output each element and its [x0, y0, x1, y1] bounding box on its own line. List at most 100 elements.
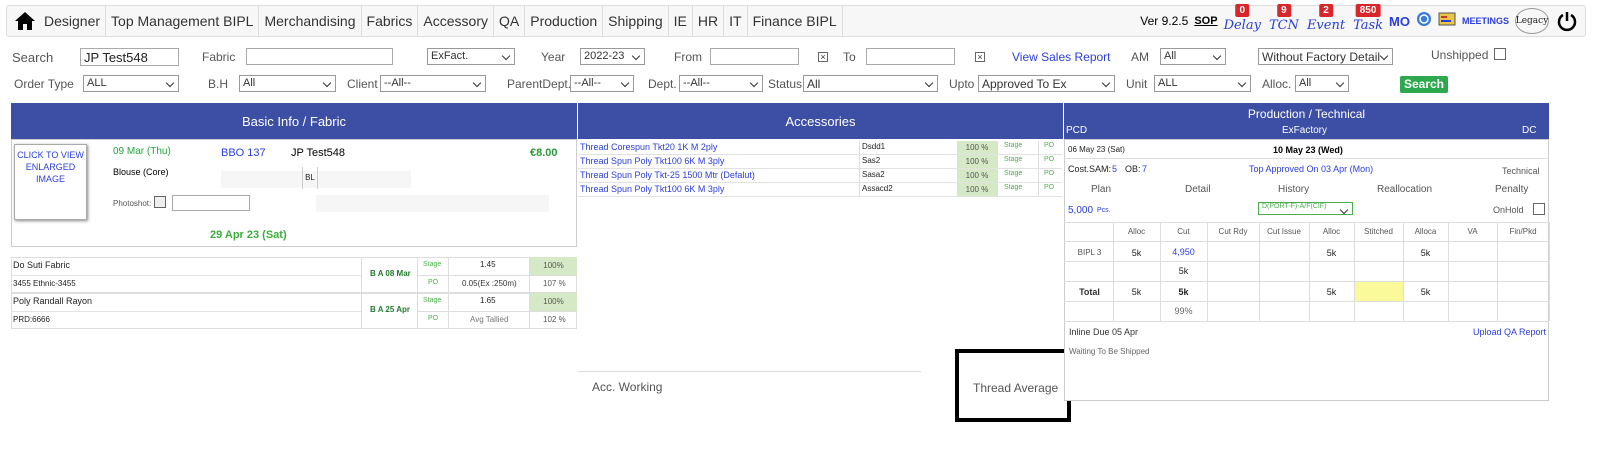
grid-col-line — [1113, 222, 1114, 321]
upto-select[interactable]: Approved To Ex — [978, 75, 1115, 92]
unit-cut[interactable]: 4,950 — [1160, 247, 1207, 257]
unit-label: Unit — [1126, 77, 1148, 91]
tab-history[interactable]: History — [1278, 184, 1309, 195]
fabric-ex-value: 0.05(Ex :250m) — [462, 279, 517, 288]
fabric-input[interactable] — [246, 48, 393, 65]
accessory-name[interactable]: Thread Spun Poly Tkt100 6K M 3ply — [580, 184, 724, 194]
order-type-select[interactable]: ALL — [83, 75, 179, 92]
status-select[interactable]: All — [803, 75, 938, 92]
grid-row-line — [1064, 222, 1549, 223]
view-sales-report-link[interactable]: View Sales Report — [1012, 50, 1111, 64]
accessory-name[interactable]: Thread Spun Poly Tkt100 6K M 3ply — [580, 156, 724, 166]
photoshot-input[interactable] — [172, 195, 250, 211]
port-select[interactable]: D(PORT-F)-A/F(CIF) — [1258, 202, 1353, 215]
tool-task[interactable]: 850 Task — [1353, 3, 1383, 33]
accessory-code: Sas2 — [862, 156, 881, 165]
tab-reallocation[interactable]: Reallocation — [1377, 184, 1432, 195]
from-date-input[interactable] — [710, 48, 799, 65]
legacy-button[interactable]: Legacy — [1515, 8, 1549, 34]
menu-item[interactable]: IE — [669, 6, 693, 36]
accessory-percent: 100 % — [957, 141, 997, 154]
home-icon[interactable] — [11, 7, 39, 35]
menu-item[interactable]: Designer — [39, 6, 107, 36]
divider — [11, 275, 361, 276]
unit-select[interactable]: ALL — [1154, 75, 1251, 92]
accessory-name[interactable]: Thread Spun Poly Tkt-25 1500 Mtr (Defalu… — [580, 170, 755, 180]
menu-item[interactable]: Top Management BIPL — [106, 6, 260, 36]
search-button[interactable]: Search — [1400, 76, 1448, 93]
highlight-box — [955, 349, 1071, 422]
divider — [957, 141, 958, 154]
grid-row-line — [1064, 301, 1549, 302]
clear-from-icon[interactable]: × — [818, 52, 828, 62]
fabric-percent-po: 102 % — [543, 315, 566, 324]
accessory-percent: 100 % — [957, 183, 997, 196]
menu-item[interactable]: QA — [494, 6, 526, 36]
unshipped-checkbox[interactable] — [1494, 48, 1506, 60]
client-select[interactable]: --All-- — [380, 75, 486, 92]
tool-delay[interactable]: 0 Delay — [1224, 3, 1261, 33]
bh-select[interactable]: All — [239, 75, 336, 92]
tab-plan[interactable]: Plan — [1091, 184, 1111, 195]
alloc-select[interactable]: All — [1295, 75, 1349, 92]
divider — [11, 311, 361, 312]
grid-col-line — [1354, 222, 1355, 321]
accessory-name[interactable]: Thread Corespun Tkt20 1K M 2ply — [580, 142, 717, 152]
onhold-checkbox[interactable] — [1533, 203, 1545, 215]
tab-penalty[interactable]: Penalty — [1495, 184, 1528, 195]
total-cut-pct: 99% — [1174, 306, 1193, 316]
parent-dept-label: ParentDept. — [507, 77, 572, 91]
menu-item[interactable]: Merchandising — [259, 6, 362, 36]
menu-item[interactable]: IT — [724, 6, 748, 36]
search-input[interactable]: JP Test548 — [80, 48, 179, 66]
accessory-row: Thread Spun Poly Tkt100 6K M 3ply Sas2 100… — [578, 155, 1062, 169]
menu-item[interactable]: Accessory — [418, 6, 494, 36]
divider — [997, 169, 998, 182]
menu-item[interactable]: Fabrics — [362, 6, 419, 36]
globe-icon[interactable] — [1416, 11, 1432, 32]
year-select[interactable]: 2022-23 — [580, 48, 645, 65]
am-select[interactable]: All — [1160, 48, 1226, 65]
acc-working-label[interactable]: Acc. Working — [592, 380, 662, 394]
to-date-input[interactable] — [866, 48, 955, 65]
cost-sam-value: 5 — [1112, 164, 1118, 174]
count-badge: 2 — [1319, 3, 1333, 17]
menu-item[interactable]: Finance BIPL — [748, 6, 843, 36]
fabric-sub: 3455 Ethnic-3455 — [13, 279, 76, 288]
power-icon[interactable] — [1555, 9, 1579, 33]
count-badge: 9 — [1277, 3, 1291, 17]
menu-item[interactable]: Shipping — [603, 6, 669, 36]
divider — [418, 275, 577, 276]
tool-tcn[interactable]: 9 TCN — [1269, 3, 1299, 33]
mo-link[interactable]: MO — [1389, 14, 1410, 29]
menu-item[interactable]: HR — [693, 6, 725, 36]
factory-detail-select[interactable]: Without Factory Detail — [1258, 48, 1393, 65]
sop-link[interactable]: SOP — [1194, 15, 1217, 27]
unshipped-label: Unshipped — [1431, 48, 1489, 62]
style-image[interactable]: CLICK TO VIEW ENLARGED IMAGE — [14, 144, 87, 220]
parent-dept-select[interactable]: --All-- — [570, 75, 634, 92]
menu-item[interactable]: Production — [525, 6, 604, 36]
clear-to-icon[interactable]: × — [975, 52, 985, 62]
divider — [418, 311, 577, 312]
tool-event[interactable]: 2 Event — [1307, 3, 1345, 33]
upload-qa-report-link[interactable]: Upload QA Report — [1473, 327, 1546, 337]
po-label: PO — [1044, 142, 1055, 149]
unit-cut-2: 5k — [1178, 266, 1189, 276]
photoshot-checkbox[interactable] — [154, 196, 166, 208]
card-icon[interactable] — [1438, 12, 1456, 31]
tab-detail[interactable]: Detail — [1185, 184, 1211, 195]
search-label: Search — [12, 50, 54, 65]
divider — [859, 169, 860, 182]
grid-header: Alloc — [1322, 227, 1341, 236]
photoshot-label: Photoshot: — [113, 199, 152, 208]
basic-info-header: Basic Info / Fabric — [11, 103, 577, 139]
exfact-select[interactable]: ExFact. — [427, 48, 515, 65]
dept-select[interactable]: --All-- — [679, 75, 763, 92]
stage-label: Stage — [423, 261, 442, 268]
meetings-link[interactable]: MEETINGS — [1462, 16, 1509, 26]
technical-label[interactable]: Technical — [1502, 166, 1540, 176]
bbo-number[interactable]: BBO 137 — [221, 147, 266, 159]
grid-col-line — [1403, 222, 1404, 321]
grid-header: Cut — [1177, 227, 1190, 236]
